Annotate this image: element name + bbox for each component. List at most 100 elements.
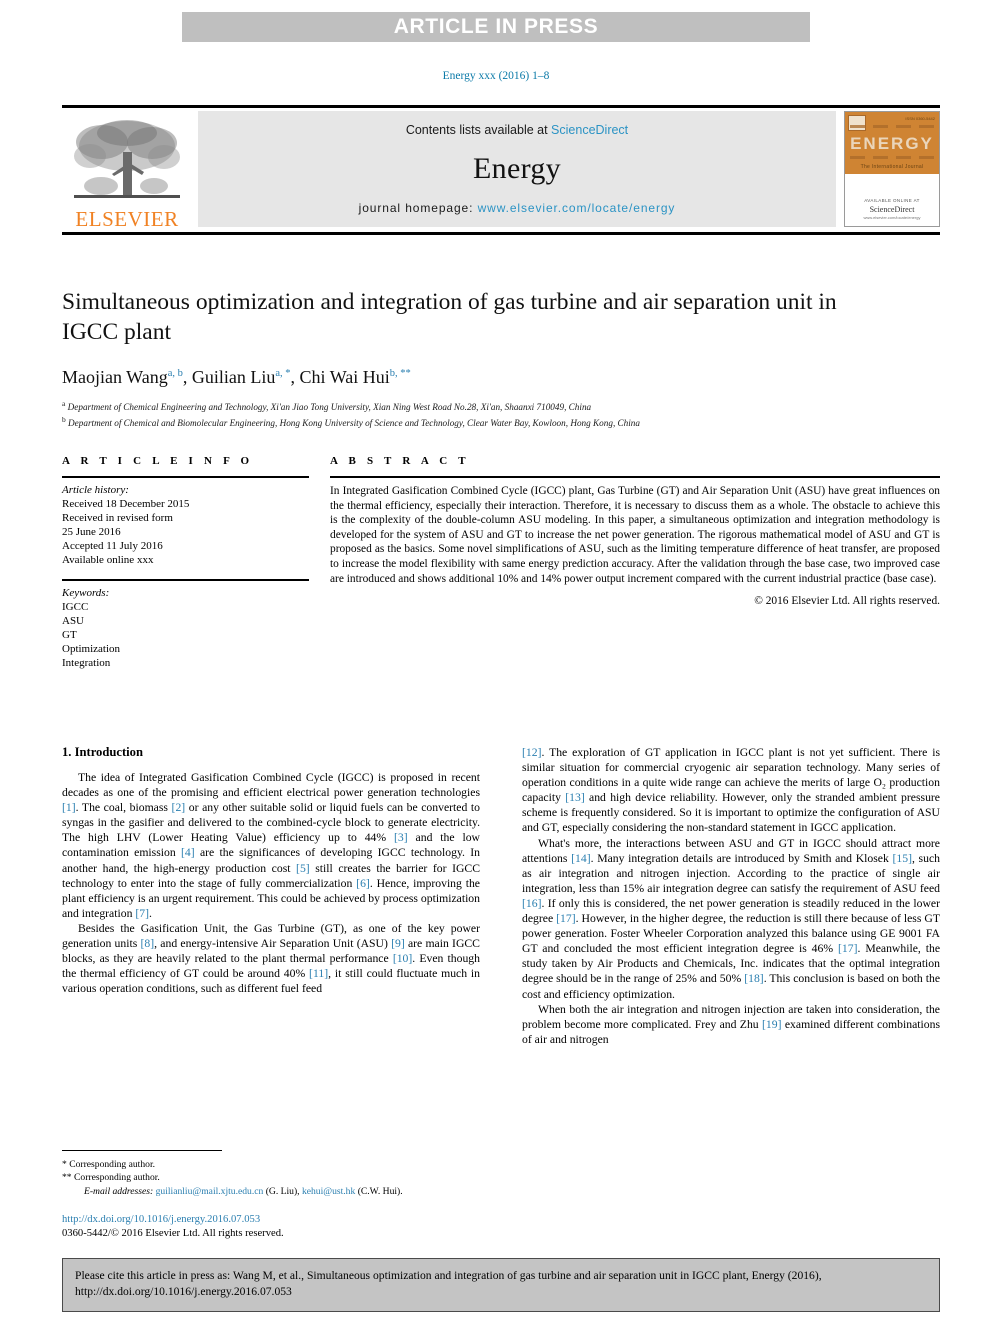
journal-homepage-link[interactable]: www.elsevier.com/locate/energy [478,201,676,215]
citation-reference[interactable]: [5] [296,862,310,875]
cover-decor-row-top [850,125,934,128]
section-heading-introduction: 1. Introduction [62,745,143,759]
article-info-column: A R T I C L E I N F O Article history: R… [62,455,309,670]
abstract-rule [330,476,940,478]
cover-footer: AVAILABLE ONLINE AT ScienceDirect www.el… [845,198,939,220]
cover-badge-icon [848,115,866,131]
citation-reference[interactable]: [16] [522,897,541,910]
author-name: Maojian Wang [62,367,168,387]
keyword-item: IGCC [62,601,89,613]
affiliation-text: Department of Chemical and Biomolecular … [68,417,640,428]
journal-title: Energy [473,152,561,185]
email-label: E-mail addresses: [84,1186,154,1197]
footnote-text: Corresponding author. [74,1172,160,1183]
affiliation-list: a Department of Chemical Engineering and… [62,398,940,429]
page-title: Simultaneous optimization and integratio… [62,289,837,345]
cover-footer-brand: ScienceDirect [869,205,915,214]
cover-title-text: ENERGY [850,134,934,153]
author-affiliation-marks: a, * [275,368,291,379]
journal-homepage-line: journal homepage: www.elsevier.com/locat… [359,201,676,215]
author-entry: Maojian Wanga, b, [62,367,192,387]
citation-reference[interactable]: [8] [141,937,155,950]
affiliation-item: a Department of Chemical Engineering and… [62,398,940,414]
issn-copyright-line: 0360-5442/© 2016 Elsevier Ltd. All right… [62,1228,284,1239]
citation-reference[interactable]: [9] [391,937,405,950]
history-line: 25 June 2016 [62,526,121,538]
article-info-rule [62,476,309,478]
elsevier-tree-icon [74,120,180,198]
header-rule-bottom [62,232,940,235]
footnote-mark: ** [62,1172,72,1183]
paragraph: Besides the Gasification Unit, the Gas T… [62,921,481,996]
cite-this-article-box: Please cite this article in press as: Wa… [62,1258,940,1312]
footnote-separator-rule [62,1150,222,1151]
footnote-corresponding-author-1: * Corresponding author. [62,1158,482,1171]
citation-reference[interactable]: [12] [522,746,541,759]
history-line: Available online xxx [62,554,154,566]
citation-reference[interactable]: [6] [356,877,370,890]
footnote-text: Corresponding author. [69,1159,156,1170]
sciencedirect-link[interactable]: ScienceDirect [551,123,628,137]
email-link-1[interactable]: guilianliu@mail.xjtu.edu.cn [156,1186,264,1197]
citation-reference[interactable]: [18] [744,972,763,985]
title-block: Simultaneous optimization and integratio… [62,287,940,429]
article-history-label: Article history: [62,484,129,496]
article-in-press-banner: ARTICLE IN PRESS [182,12,810,42]
citation-reference[interactable]: [14] [571,852,590,865]
author-entry: Guilian Liua, *, [192,367,300,387]
cover-subtitle-text: The International Journal [860,164,924,170]
author-name: Guilian Liu [191,367,276,387]
email-link-2[interactable]: kehui@ust.hk [302,1186,355,1197]
contents-line: Contents lists available at ScienceDirec… [406,123,628,137]
journal-center-panel: Contents lists available at ScienceDirec… [198,111,836,227]
keyword-item: ASU [62,615,85,627]
citation-reference[interactable]: [17] [838,942,857,955]
abstract-text: In Integrated Gasification Combined Cycl… [330,485,940,585]
cover-footer-tiny: www.elsevier.com/locate/energy [863,215,921,220]
cover-decor-row-bottom [850,156,934,159]
citation-reference[interactable]: [10] [393,952,412,965]
keyword-item: Optimization [62,643,121,655]
abstract-column: A B S T R A C T In Integrated Gasificati… [330,455,940,670]
citation-reference[interactable]: [2] [172,801,186,814]
author-affiliation-marks: b, ** [389,368,411,379]
affiliation-item: b Department of Chemical and Biomolecula… [62,414,940,430]
citation-reference[interactable]: [11] [309,967,328,980]
history-line: Received in revised form [62,512,173,524]
citation-reference[interactable]: [1] [62,801,76,814]
footnote-email-line: E-mail addresses: guilianliu@mail.xjtu.e… [84,1186,403,1197]
cite-this-article-text: Please cite this article in press as: Wa… [75,1269,822,1298]
cover-top-band: ISSN 0360-5442 ENERGY The International … [845,112,939,174]
author-name: Chi Wai Hui [299,367,390,387]
citation-reference[interactable]: [19] [762,1018,781,1031]
history-line: Accepted 11 July 2016 [62,540,163,552]
keyword-item: GT [62,629,77,641]
citation-reference[interactable]: [4] [181,846,195,859]
info-abstract-section: A R T I C L E I N F O Article history: R… [62,455,940,670]
keywords-rule [62,579,309,581]
email-owner-1: (G. Liu) [265,1186,298,1197]
elsevier-wordmark: ELSEVIER [75,207,179,231]
footnotes-block: * Corresponding author. ** Corresponding… [62,1158,482,1198]
citation-reference[interactable]: [15] [892,852,911,865]
affiliation-mark: a [62,399,66,408]
article-history-block: Article history: Received 18 December 20… [62,483,309,567]
author-separator: , [290,367,300,387]
citation-reference[interactable]: [13] [565,791,584,804]
citation-reference[interactable]: [7] [135,907,149,920]
cover-issn-label: ISSN 0360-5442 [905,116,935,121]
body-two-column-layout: 1. Introduction The idea of Integrated G… [62,745,940,1047]
contents-prefix: Contents lists available at [405,123,552,137]
history-line: Received 18 December 2015 [62,498,190,510]
journal-header: ELSEVIER Contents lists available at Sci… [62,105,940,235]
paragraph: When both the air integration and nitrog… [522,1002,940,1046]
body-column-left: 1. Introduction The idea of Integrated G… [62,745,480,1047]
citation-reference[interactable]: [17] [556,912,575,925]
citation-reference[interactable]: [3] [394,831,408,844]
footnote-corresponding-author-2: ** Corresponding author. [62,1171,482,1184]
paragraph: [12]. The exploration of GT application … [522,746,940,835]
abstract-heading: A B S T R A C T [330,455,470,467]
doi-link[interactable]: http://dx.doi.org/10.1016/j.energy.2016.… [62,1213,492,1227]
author-list: Maojian Wanga, b, Guilian Liua, *, Chi W… [62,363,940,388]
article-info-heading: A R T I C L E I N F O [62,455,254,467]
